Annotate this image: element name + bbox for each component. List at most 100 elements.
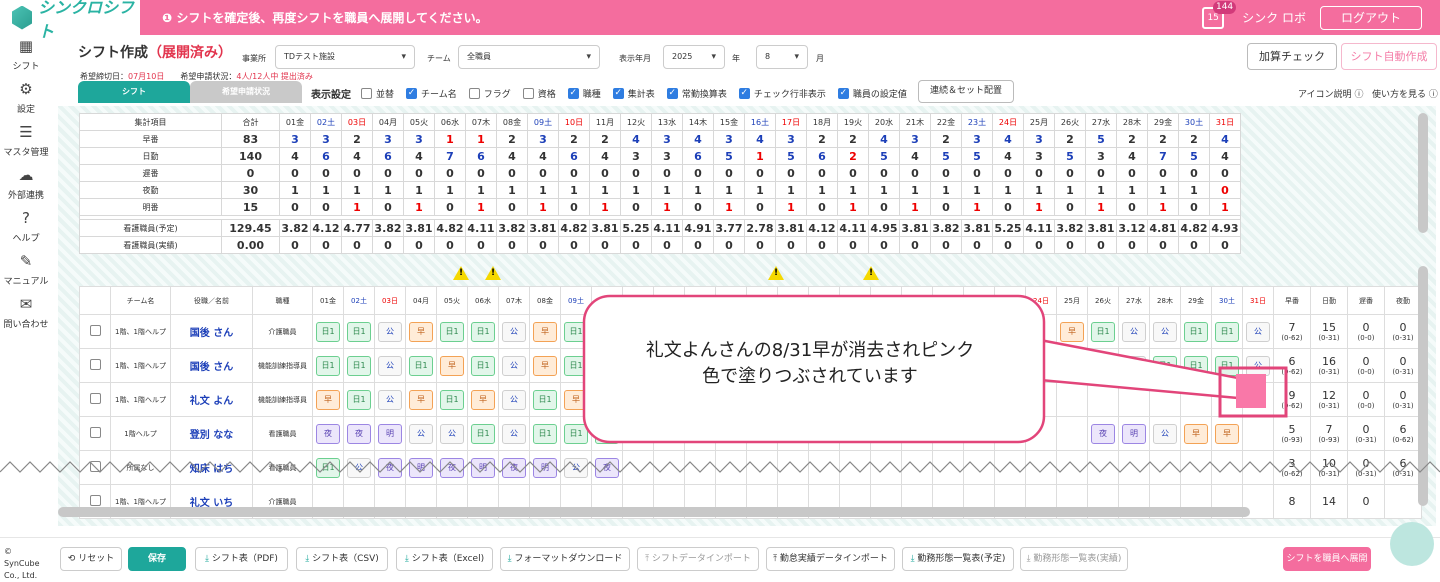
shift-chip[interactable]: 公 — [1122, 355, 1146, 376]
checkbox[interactable]: ✓ — [666, 88, 678, 99]
shift-cell[interactable]: 日1 — [343, 382, 375, 417]
shift-cell[interactable]: 日1 — [529, 416, 561, 451]
day-column-header[interactable]: 29金 — [1180, 286, 1212, 315]
staff-name[interactable]: 登別 なな — [170, 416, 253, 451]
shift-cell[interactable] — [963, 416, 995, 451]
shift-cell[interactable] — [932, 416, 964, 451]
shift-chip[interactable]: 日1 — [347, 389, 371, 410]
shift-chip[interactable]: 早 — [1215, 423, 1239, 444]
shift-cell[interactable]: 早 — [436, 348, 468, 383]
shift-cell[interactable]: 日1 — [1180, 348, 1212, 383]
shift-chip[interactable]: 日1 — [1091, 321, 1115, 342]
shift-cell[interactable]: 公 — [498, 416, 530, 451]
shift-chip[interactable]: 日1 — [440, 321, 464, 342]
shift-cell[interactable] — [1025, 382, 1057, 417]
shift-chip[interactable]: 公 — [1246, 321, 1270, 342]
month-select[interactable]: 8 — [756, 45, 808, 69]
logo[interactable]: シンクロシフト — [0, 0, 140, 41]
shift-chip[interactable]: 日1 — [409, 355, 433, 376]
shift-chip[interactable]: 早 — [533, 321, 557, 342]
day-column-header[interactable]: 01金 — [312, 286, 344, 315]
day-column-header[interactable]: 11月 — [622, 286, 654, 315]
day-column-header[interactable]: 06水 — [467, 286, 499, 315]
shift-chip[interactable]: 日1 — [595, 423, 619, 444]
shift-cell[interactable] — [746, 416, 778, 451]
shift-cell[interactable] — [839, 416, 871, 451]
shift-cell[interactable]: 公 — [498, 382, 530, 417]
shift-cell[interactable]: 日1 — [1087, 314, 1119, 349]
shift-chip[interactable]: 公 — [440, 423, 464, 444]
day-column-header[interactable]: 17日 — [808, 286, 840, 315]
shift-cell[interactable]: 早 — [529, 314, 561, 349]
deploy-shift-button[interactable]: シフトを職員へ展開 — [1283, 547, 1371, 571]
display-option[interactable]: フラグ — [468, 87, 511, 100]
csv-export-button[interactable]: ⤓ シフト表（CSV) — [296, 547, 388, 571]
staff-name[interactable]: 国後 さん — [170, 348, 253, 383]
sidebar-item-master[interactable]: ☰ マスタ管理 — [0, 121, 52, 164]
format-download-button[interactable]: ⤓ フォーマットダウンロード — [500, 547, 630, 571]
team-select[interactable]: 全職員 — [458, 45, 600, 69]
shift-cell[interactable]: 早 — [405, 382, 437, 417]
shift-chip[interactable]: 公 — [1153, 321, 1177, 342]
shift-cell[interactable]: 日1 — [467, 416, 499, 451]
shift-cell[interactable]: 明 — [1118, 416, 1150, 451]
shift-cell[interactable]: 早 — [1180, 416, 1212, 451]
day-column-header[interactable]: 30土 — [1211, 286, 1243, 315]
checkbox[interactable] — [361, 88, 372, 99]
display-option[interactable]: ✓ チーム名 — [406, 87, 457, 100]
day-column-header[interactable]: 22金 — [963, 286, 995, 315]
shift-cell[interactable]: 早 — [1056, 314, 1088, 349]
shift-chip[interactable]: 早 — [409, 321, 433, 342]
row-checkbox[interactable] — [89, 359, 101, 370]
day-column-header[interactable]: 27水 — [1118, 286, 1150, 315]
shift-cell[interactable] — [1087, 382, 1119, 417]
day-column-header[interactable]: 23土 — [994, 286, 1026, 315]
shift-chip[interactable]: 公 — [502, 355, 526, 376]
shift-chip[interactable]: 日1 — [347, 355, 371, 376]
day-column-header[interactable]: 15金 — [746, 286, 778, 315]
shift-cell[interactable]: 日1 — [405, 348, 437, 383]
day-column-header[interactable]: 14木 — [715, 286, 747, 315]
shift-cell[interactable] — [870, 416, 902, 451]
shift-cell[interactable]: 夜 — [1087, 416, 1119, 451]
shift-import-button[interactable]: ⤒ シフトデータインポート — [637, 547, 759, 571]
sidebar-item-settings[interactable]: ⚙ 設定 — [0, 78, 52, 121]
shift-cell[interactable]: 早 — [312, 382, 344, 417]
display-option[interactable]: ✓ 集計表 — [612, 87, 655, 100]
shift-cell[interactable] — [808, 416, 840, 451]
shift-chip[interactable]: 日1 — [316, 355, 340, 376]
shift-chip[interactable]: 公 — [378, 389, 402, 410]
checkbox[interactable] — [468, 88, 480, 99]
shift-chip[interactable]: 公 — [1246, 355, 1270, 376]
shift-chip[interactable]: 日1 — [564, 355, 588, 376]
day-column-header[interactable]: 18月 — [839, 286, 871, 315]
checkbox[interactable]: ✓ — [406, 88, 418, 99]
shift-chip[interactable]: 公 — [409, 423, 433, 444]
warning-icon[interactable] — [768, 266, 784, 280]
shift-cell[interactable] — [1056, 382, 1088, 417]
shift-chip[interactable]: 早 — [471, 389, 495, 410]
checkbox[interactable]: ✓ — [738, 88, 750, 99]
sidebar-item-external[interactable]: ☁ 外部連携 — [0, 164, 52, 207]
shift-cell[interactable] — [653, 416, 685, 451]
sidebar-item-manual[interactable]: ✎ マニュアル — [0, 250, 52, 293]
shift-cell[interactable]: 公 — [374, 348, 406, 383]
display-option[interactable]: 資格 — [522, 87, 556, 100]
shift-cell[interactable]: 公 — [498, 348, 530, 383]
shift-cell[interactable]: 公 — [1118, 348, 1150, 383]
shift-chip[interactable]: 日1 — [564, 423, 588, 444]
display-option[interactable]: ✓ 職員の設定値 — [837, 87, 907, 100]
save-button[interactable]: 保存 — [128, 547, 186, 571]
logout-button[interactable]: ログアウト — [1320, 5, 1422, 30]
shift-cell[interactable] — [1025, 348, 1057, 383]
shift-chip[interactable]: 日1 — [533, 423, 557, 444]
shift-cell[interactable]: 日1 — [529, 382, 561, 417]
shift-chip[interactable]: 日1 — [533, 389, 557, 410]
shift-cell[interactable]: 公 — [1242, 348, 1274, 383]
shift-cell[interactable] — [1242, 416, 1274, 451]
shift-cell[interactable]: 日1 — [560, 314, 592, 349]
shift-chip[interactable]: 早 — [409, 389, 433, 410]
display-option[interactable]: ✓ 職種 — [567, 87, 601, 100]
shift-cell[interactable]: 日1 — [1087, 348, 1119, 383]
checkbox[interactable]: ✓ — [567, 88, 579, 99]
